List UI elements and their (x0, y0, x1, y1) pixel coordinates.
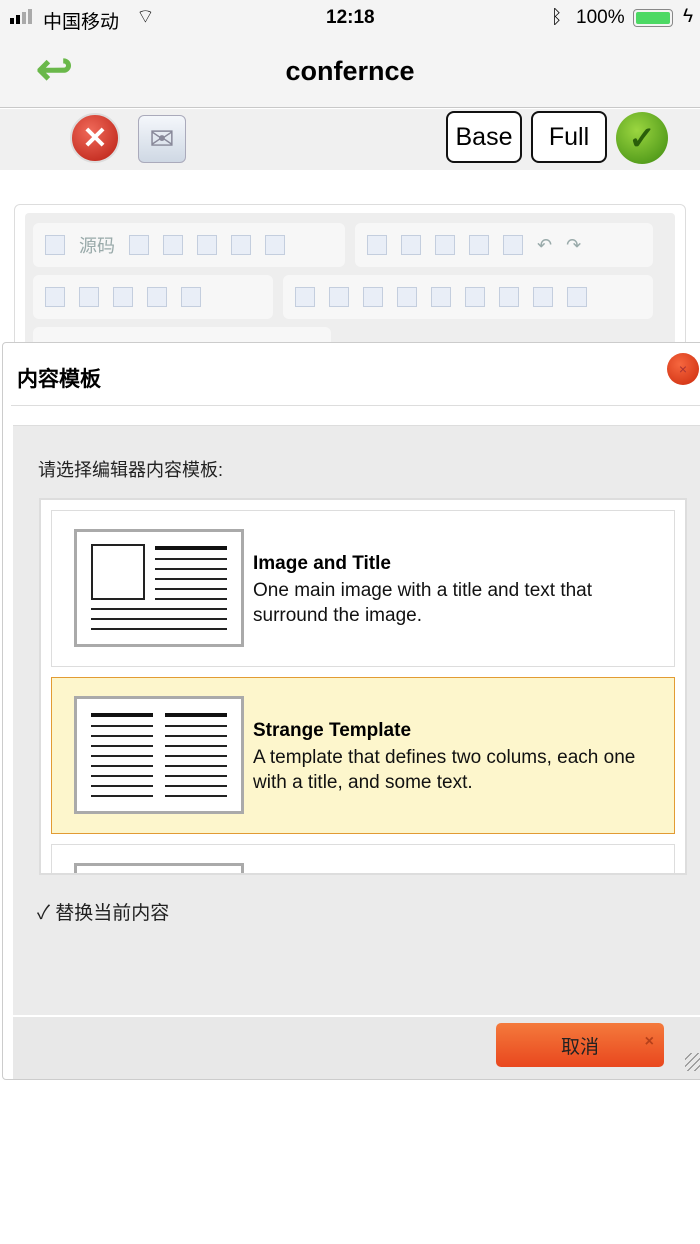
copy-icon[interactable] (401, 235, 421, 255)
undo-icon[interactable]: ↶ (537, 235, 552, 256)
button-icon[interactable] (499, 287, 519, 307)
source-icon[interactable] (45, 235, 65, 255)
preview-icon[interactable] (197, 235, 217, 255)
template-list[interactable]: Image and Title One main image with a ti… (39, 498, 687, 875)
cut-icon[interactable] (367, 235, 387, 255)
select-all-icon[interactable] (113, 287, 133, 307)
checkmark-icon: ✓ (37, 903, 56, 924)
toolbar-group-editing (33, 275, 273, 319)
image-and-title-thumbnail-icon (74, 529, 244, 647)
paste-word-icon[interactable] (503, 235, 523, 255)
spellcheck-icon[interactable] (147, 287, 167, 307)
template-description: A template that defines two colums, each… (253, 747, 636, 793)
battery-icon (633, 9, 673, 27)
prompt-label: 请选择编辑器内容模板: (38, 460, 223, 480)
print-icon[interactable] (231, 235, 251, 255)
dialog-body: 请选择编辑器内容模板: Image and Title One main ima… (13, 425, 700, 1015)
page-title: confernce (285, 56, 415, 86)
radio-icon[interactable] (363, 287, 383, 307)
template-title: Image and Title (253, 553, 391, 574)
confirm-icon[interactable]: ✓ (616, 112, 668, 164)
divider (11, 405, 700, 406)
dialog-footer: 取消 × (13, 1015, 700, 1079)
bluetooth-icon: ᛒ (551, 7, 563, 28)
full-button[interactable]: Full (531, 111, 607, 163)
clock: 12:18 (326, 7, 375, 28)
find-icon[interactable] (45, 287, 65, 307)
paste-icon[interactable] (435, 235, 455, 255)
replace-content-checkbox[interactable]: ✓ 替换当前内容 (37, 898, 169, 925)
signal-icon (10, 9, 32, 24)
template-dialog: 内容模板 × 请选择编辑器内容模板: Image and Title One m… (2, 342, 700, 1080)
close-icon[interactable]: × (667, 353, 699, 385)
nav-bar: ↩ confernce (0, 36, 700, 108)
source-button[interactable]: 源码 (79, 232, 115, 258)
cancel-button[interactable]: 取消 × (496, 1023, 664, 1067)
hidden-field-icon[interactable] (567, 287, 587, 307)
dialog-title: 内容模板 (17, 368, 101, 391)
replace-icon[interactable] (79, 287, 99, 307)
template-item-partial[interactable] (51, 844, 675, 873)
resize-handle-icon[interactable] (685, 1053, 700, 1071)
battery-percent: 100% (576, 7, 625, 28)
action-toolbar: ✕ ✉ Base Full ✓ (0, 109, 700, 170)
toolbar-group-forms (283, 275, 653, 319)
template-item-strange-template[interactable]: Strange Template A template that defines… (51, 677, 675, 834)
mail-icon[interactable]: ✉ (138, 115, 186, 163)
carrier: 中国移动 (43, 12, 120, 33)
spellcheck-dropdown-icon[interactable] (181, 287, 201, 307)
close-small-icon: × (644, 1033, 654, 1050)
new-page-icon[interactable] (163, 235, 183, 255)
checkbox-icon[interactable] (329, 287, 349, 307)
wifi-icon: ⌔ (136, 6, 155, 28)
select-icon[interactable] (465, 287, 485, 307)
status-bar: 中国移动 ⌔ 12:18 ᛒ 100% ϟ (0, 0, 700, 36)
toolbar-group-clipboard: ↶ ↷ (355, 223, 653, 267)
redo-icon[interactable]: ↷ (566, 235, 581, 256)
base-button[interactable]: Base (446, 111, 522, 163)
delete-icon[interactable]: ✕ (70, 113, 120, 163)
templates-icon[interactable] (265, 235, 285, 255)
textfield-icon[interactable] (397, 287, 417, 307)
template-title: Strange Template (253, 720, 412, 741)
save-icon[interactable] (129, 235, 149, 255)
toolbar-group-document: 源码 (33, 223, 345, 267)
charging-icon: ϟ (683, 6, 694, 27)
form-icon[interactable] (295, 287, 315, 307)
template-description: One main image with a title and text tha… (253, 580, 593, 626)
template-item-image-and-title[interactable]: Image and Title One main image with a ti… (51, 510, 675, 667)
cancel-label: 取消 (560, 1036, 599, 1058)
template-thumbnail-icon (74, 863, 244, 873)
two-columns-thumbnail-icon (74, 696, 244, 814)
replace-content-label: 替换当前内容 (55, 903, 170, 924)
paste-text-icon[interactable] (469, 235, 489, 255)
image-button-icon[interactable] (533, 287, 553, 307)
textarea-icon[interactable] (431, 287, 451, 307)
